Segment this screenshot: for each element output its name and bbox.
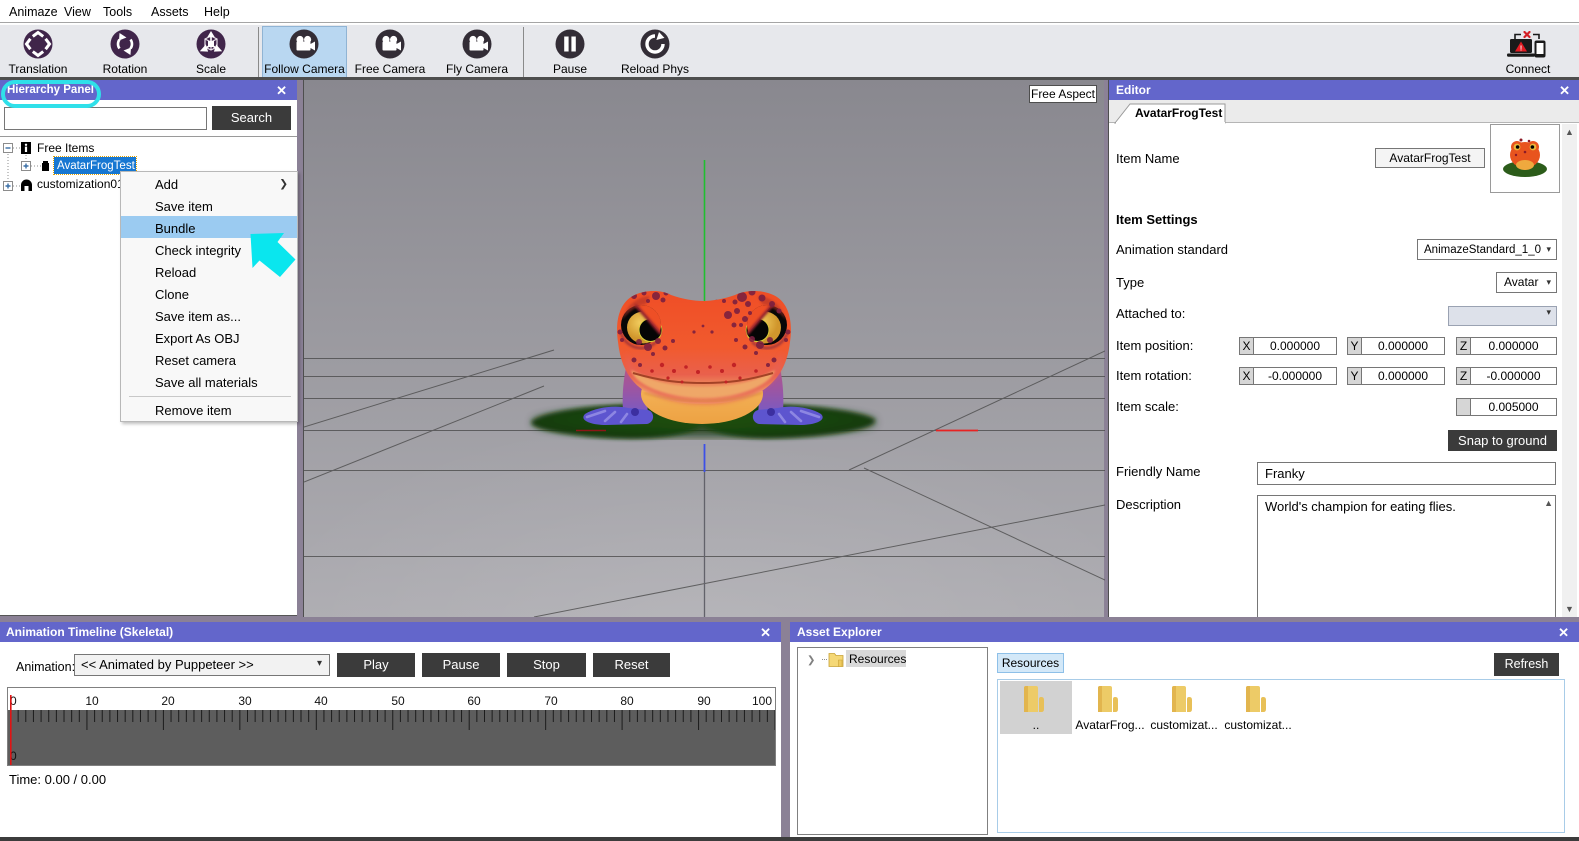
svg-text:70: 70 — [544, 694, 558, 708]
svg-text:10: 10 — [85, 694, 99, 708]
svg-text:!: ! — [1520, 45, 1522, 52]
svg-text:100: 100 — [752, 694, 772, 708]
svg-text:90: 90 — [697, 694, 711, 708]
svg-text:80: 80 — [620, 694, 634, 708]
svg-text:20: 20 — [161, 694, 175, 708]
svg-text:30: 30 — [238, 694, 252, 708]
svg-text:60: 60 — [467, 694, 481, 708]
svg-text:40: 40 — [314, 694, 328, 708]
svg-text:50: 50 — [391, 694, 405, 708]
